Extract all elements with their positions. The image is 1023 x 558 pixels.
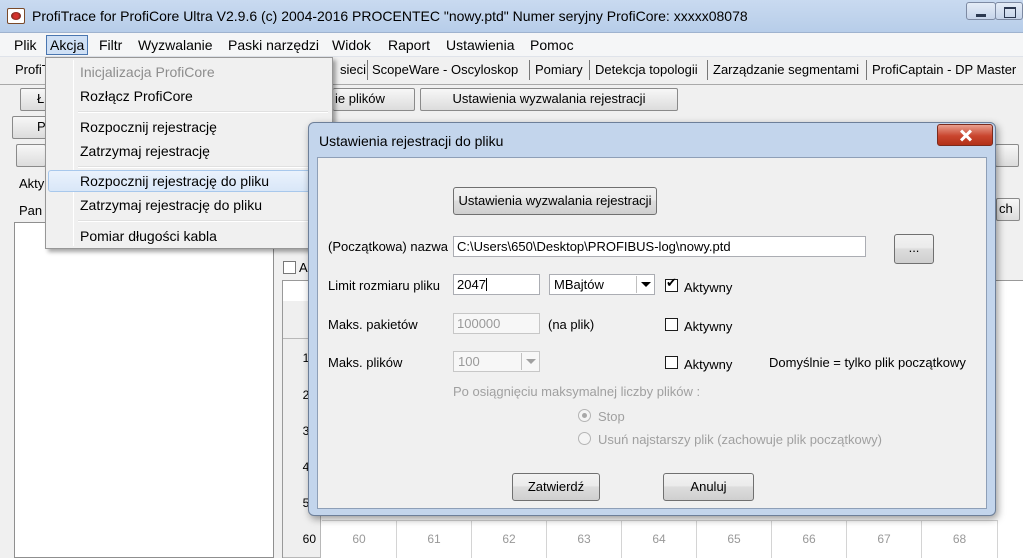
max-packets-input[interactable]: 100000 (453, 313, 540, 334)
filename-label: (Początkowa) nazwa (328, 239, 448, 254)
delete-oldest-radio[interactable] (578, 432, 591, 445)
max-files-select[interactable]: 100 (453, 351, 540, 372)
menu-paski-narzedzi[interactable]: Paski narzędzi (228, 37, 319, 53)
menu-separator (78, 111, 328, 113)
akcja-dropdown-menu: Inicjalizacja ProfiCore Rozłącz ProfiCor… (45, 57, 333, 249)
max-reached-label: Po osiągnięciu maksymalnej liczby plików… (453, 384, 701, 399)
grid-cell[interactable]: 62 (472, 520, 547, 558)
grid-cell[interactable]: 61 (397, 520, 472, 558)
trigger-settings-button[interactable]: Ustawienia wyzwalania rejestracji (453, 187, 657, 215)
size-unit-value: MBajtów (554, 277, 604, 292)
dialog-title: Ustawienia rejestracji do pliku (319, 133, 504, 149)
bg-trigger-settings-button[interactable]: Ustawienia wyzwalania rejestracji (420, 88, 678, 111)
stop-radio-label: Stop (598, 409, 625, 424)
filename-input[interactable]: C:\Users\650\Desktop\PROFIBUS-log\nowy.p… (453, 236, 866, 257)
maximize-button[interactable] (995, 2, 1023, 20)
grid-cell[interactable]: 63 (547, 520, 622, 558)
tab-proficaptain[interactable]: ProfiCaptain - DP Master (872, 62, 1016, 77)
dialog-client-area: Ustawienia wyzwalania rejestracji (Począ… (317, 157, 987, 509)
grid-cell[interactable]: 67 (847, 520, 922, 558)
size-active-label: Aktywny (684, 280, 733, 295)
size-limit-value: 2047 (457, 277, 486, 292)
tab-sieci[interactable]: sieci (340, 62, 366, 77)
menu-bar: Plik Akcja Filtr Wyzwalanie Paski narzęd… (0, 33, 1023, 57)
menu-raport[interactable]: Raport (388, 37, 430, 53)
menu-plik[interactable]: Plik (14, 37, 37, 53)
menu-widok[interactable]: Widok (332, 37, 371, 53)
bg-button-ch[interactable]: ch (996, 198, 1020, 221)
dialog-close-button[interactable] (937, 124, 993, 146)
max-files-label: Maks. plików (328, 355, 403, 370)
bg-files-button[interactable]: ie plików (333, 88, 415, 111)
stop-radio[interactable] (578, 409, 591, 422)
bg-button-small[interactable] (16, 144, 46, 167)
tab-scopeware[interactable]: ScopeWare - Oscyloskop (372, 62, 518, 77)
menu-separator (78, 166, 328, 168)
size-limit-label: Limit rozmiaru pliku (328, 278, 440, 293)
menu-item-rozlacz[interactable]: Rozłącz ProfiCore (48, 85, 330, 107)
bg-label-pan: Pan (19, 203, 43, 218)
confirm-button[interactable]: Zatwierdź (512, 473, 600, 501)
bg-label-akty: Akty (19, 176, 45, 191)
tab-separator (589, 60, 590, 80)
window-title: ProfiTrace for ProfiCore Ultra V2.9.6 (c… (32, 8, 748, 24)
tab-separator (866, 60, 867, 80)
tab-pomiary[interactable]: Pomiary (535, 62, 583, 77)
menu-pomoc[interactable]: Pomoc (530, 37, 574, 53)
menu-item-rozpocznij-rejestracje[interactable]: Rozpocznij rejestrację (48, 116, 330, 138)
grid-cell[interactable]: 66 (772, 520, 847, 558)
size-active-checkbox[interactable] (665, 276, 678, 292)
menu-item-rozpocznij-do-pliku[interactable]: Rozpocznij rejestrację do pliku (48, 170, 330, 192)
menu-filtr[interactable]: Filtr (99, 37, 122, 53)
file-logging-dialog: Ustawienia rejestracji do pliku Ustawien… (308, 122, 996, 516)
bg-checkbox[interactable] (283, 261, 296, 274)
files-active-label: Aktywny (684, 357, 733, 372)
tab-separator (707, 60, 708, 80)
menu-item-pomiar-kabla[interactable]: Pomiar długości kabla (48, 225, 330, 247)
max-files-value: 100 (458, 354, 480, 369)
delete-oldest-radio-label: Usuń najstarszy plik (zachowuje plik poc… (598, 432, 882, 447)
max-packets-unit: (na plik) (548, 317, 595, 332)
left-panel (14, 222, 274, 558)
grid-row-header: 60 (283, 520, 321, 558)
tab-zarzadzanie-segmentami[interactable]: Zarządzanie segmentami (713, 62, 859, 77)
grid-cell[interactable]: 60 (322, 520, 397, 558)
bg-button-right[interactable] (995, 144, 1019, 167)
menu-item-zatrzymaj-rejestracje[interactable]: Zatrzymaj rejestrację (48, 140, 330, 162)
grid-cell[interactable]: 68 (922, 520, 998, 558)
grid-cell[interactable]: 64 (622, 520, 697, 558)
menu-item-zatrzymaj-do-pliku[interactable]: Zatrzymaj rejestrację do pliku (48, 194, 330, 216)
files-default-note: Domyślnie = tylko plik początkowy (769, 355, 966, 370)
files-active-checkbox[interactable] (665, 356, 678, 369)
chevron-down-icon (636, 276, 653, 293)
tab-detekcja-topologii[interactable]: Detekcja topologii (595, 62, 698, 77)
packets-active-checkbox[interactable] (665, 318, 678, 331)
tab-separator (529, 60, 530, 80)
minimize-button[interactable] (966, 2, 996, 20)
menu-wyzwalanie[interactable]: Wyzwalanie (138, 37, 213, 53)
grid-cell[interactable]: 65 (697, 520, 772, 558)
menu-ustawienia[interactable]: Ustawienia (446, 37, 514, 53)
bg-label-a: A (299, 260, 308, 275)
text-caret (485, 278, 487, 291)
menu-item-inicjalizacja: Inicjalizacja ProfiCore (80, 64, 215, 80)
cancel-button[interactable]: Anuluj (663, 473, 754, 501)
tab-separator (367, 60, 368, 80)
chevron-down-icon (521, 353, 538, 370)
menu-separator (78, 220, 328, 222)
menu-akcja[interactable]: Akcja (46, 35, 89, 55)
size-unit-select[interactable]: MBajtów (549, 274, 655, 295)
browse-button[interactable]: ... (894, 234, 934, 264)
max-packets-label: Maks. pakietów (328, 317, 418, 332)
app-eye-icon (7, 8, 25, 24)
packets-active-label: Aktywny (684, 319, 733, 334)
title-bar: ProfiTrace for ProfiCore Ultra V2.9.6 (c… (0, 0, 1023, 33)
size-limit-input[interactable]: 2047 (453, 274, 540, 295)
